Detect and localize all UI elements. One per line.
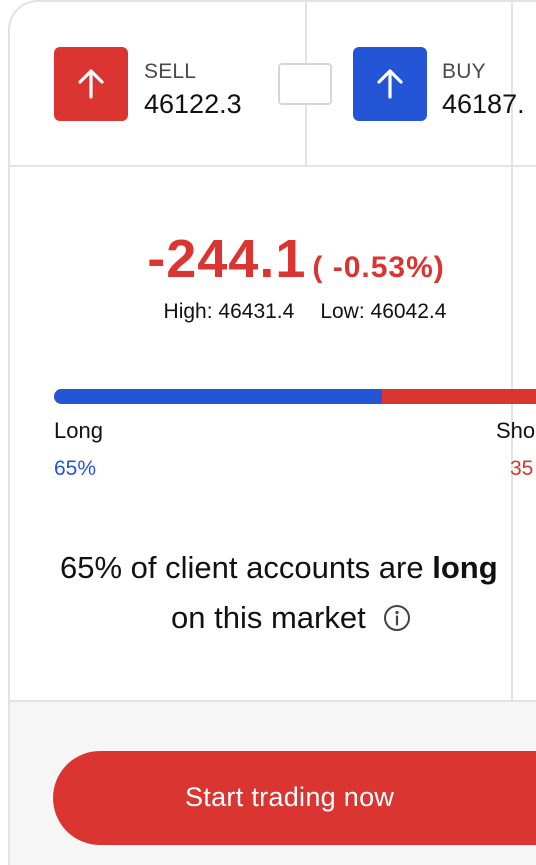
trade-panel: SELL 46122.3 BUY 46187. -244.1( -0.53%) … (0, 0, 536, 865)
quantity-input[interactable] (278, 63, 332, 105)
price-section-divider (8, 165, 536, 167)
statement-emphasis: long (432, 550, 498, 585)
high-value: High: 46431.4 (163, 300, 295, 323)
price-change: -244.1( -0.53%) (0, 228, 536, 290)
cta-section-divider (8, 700, 536, 702)
start-trading-label: Start trading now (185, 782, 395, 812)
long-label: Long (54, 418, 103, 443)
long-percent: 65% (54, 457, 97, 480)
arrow-up-icon (78, 69, 104, 99)
sentiment-bar-long (54, 389, 382, 404)
statement-line2: on this market (171, 600, 366, 635)
arrow-up-icon (377, 69, 403, 99)
change-percent: ( -0.53%) (312, 251, 445, 284)
short-label: Sho (496, 418, 536, 443)
info-icon[interactable] (383, 604, 411, 632)
start-trading-button[interactable]: Start trading now (53, 751, 536, 845)
sentiment-bar (54, 389, 536, 404)
buy-label: BUY (442, 60, 486, 83)
buy-button[interactable] (353, 47, 427, 121)
change-value: -244.1 (147, 229, 307, 289)
short-percent: 35 (510, 457, 534, 480)
sentiment-statement: 65% of client accounts are long (60, 550, 536, 586)
high-low-row: High: 46431.4 Low: 46042.4 (0, 300, 536, 324)
buy-price[interactable]: 46187. (442, 89, 525, 120)
sell-price[interactable]: 46122.3 (144, 89, 242, 120)
low-value: Low: 46042.4 (320, 300, 447, 323)
sell-label: SELL (144, 60, 197, 83)
statement-line2-row: on this market (171, 600, 411, 636)
sell-button[interactable] (54, 47, 128, 121)
statement-lead: 65% of client accounts are (60, 550, 433, 585)
